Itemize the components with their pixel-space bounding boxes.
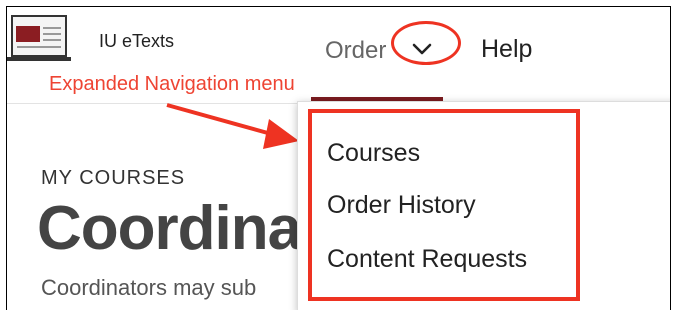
app-window: IU eTexts Order Help Expanded Navigation…	[6, 6, 671, 310]
menu-item-courses[interactable]: Courses	[327, 139, 420, 168]
menu-item-order-history[interactable]: Order History	[327, 191, 476, 220]
menu-item-content-requests[interactable]: Content Requests	[327, 245, 527, 274]
